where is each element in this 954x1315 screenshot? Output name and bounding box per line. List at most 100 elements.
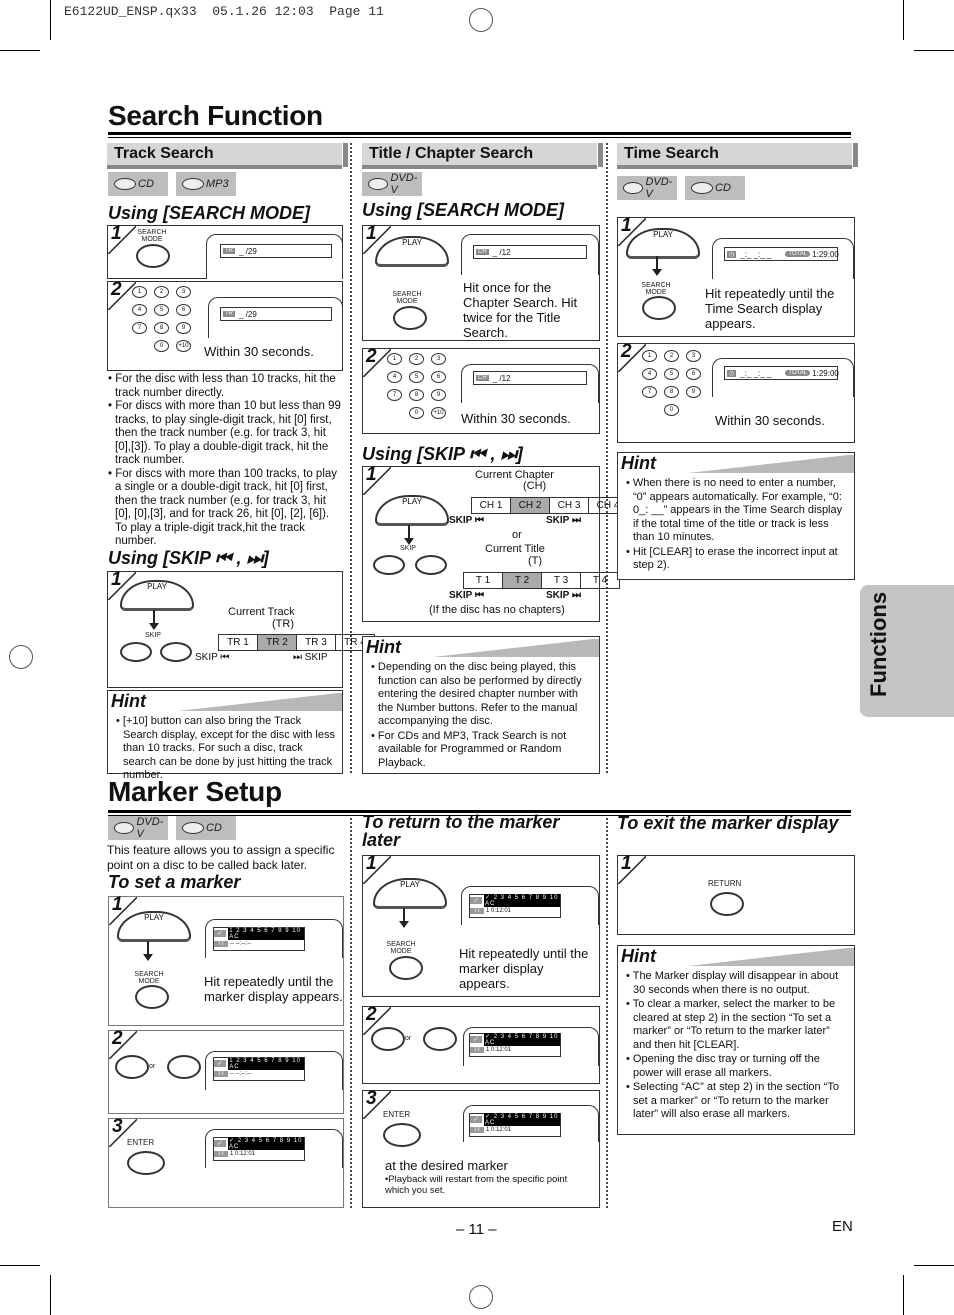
number-key-0[interactable]: 0 xyxy=(664,404,679,416)
left-arrow-button-icon[interactable] xyxy=(371,1027,405,1051)
disc-label: DVD-V xyxy=(136,816,164,840)
step-number: 1 xyxy=(621,853,632,874)
step-note: Hit repeatedly until the marker display … xyxy=(204,974,343,1004)
number-key-7[interactable]: 7 xyxy=(132,322,147,334)
skip-prev-button-icon[interactable] xyxy=(373,555,405,575)
title-tag-icon: TT xyxy=(214,1071,228,1077)
number-key-6[interactable]: 6 xyxy=(431,371,446,383)
language-label: EN xyxy=(832,1218,853,1235)
number-key-1[interactable]: 1 xyxy=(132,286,147,298)
step-number: 2 xyxy=(621,341,632,362)
enter-button-icon[interactable] xyxy=(127,1151,165,1175)
lcd-display: ◷ _:_ _:_ _ TOTAL 1:29:00 xyxy=(724,366,839,380)
number-key-8[interactable]: 8 xyxy=(154,322,169,334)
hint-text: [+10] button can also bring the Track Se… xyxy=(122,715,335,781)
number-key-3[interactable]: 3 xyxy=(431,353,446,365)
skip-next-label: ⏭ SKIP xyxy=(293,652,328,663)
number-key-4[interactable]: 4 xyxy=(642,368,657,380)
total-tag: TOTAL xyxy=(785,251,811,257)
step-number: 1 xyxy=(366,464,377,485)
sequence-item: CH 2 xyxy=(510,498,549,513)
crop-mark xyxy=(903,0,904,40)
number-key-6[interactable]: 6 xyxy=(176,304,191,316)
chapter-step-2: 2 1 2 3 4 5 6 7 8 9 0 +10 CH _ /12 Within 30 second… xyxy=(362,346,600,434)
search-mode-button-icon[interactable] xyxy=(136,244,170,268)
disc-icon xyxy=(368,178,389,190)
number-key-6[interactable]: 6 xyxy=(686,368,701,380)
play-label: PLAY xyxy=(653,230,673,239)
current-chapter-abbr: (CH) xyxy=(523,480,547,492)
left-arrow-button-icon[interactable] xyxy=(115,1055,149,1079)
return-label: RETURN xyxy=(708,879,742,888)
subheading-exit-marker: To exit the marker display xyxy=(617,813,839,833)
hint-heading: Hint xyxy=(618,946,854,966)
exit-step-1: 1 RETURN xyxy=(617,853,855,935)
number-key-9[interactable]: 9 xyxy=(431,389,446,401)
number-key-5[interactable]: 5 xyxy=(409,371,424,383)
marker-digits: ✓ 2 3 4 5 6 7 8 9 10 AC xyxy=(228,1137,304,1150)
return-button-icon[interactable] xyxy=(710,892,744,916)
skip-prev-label: SKIP ⏮ xyxy=(449,590,484,601)
search-mode-label: SEARCH MODE xyxy=(392,291,422,305)
check-icon: ✓ xyxy=(214,1060,227,1067)
search-mode-button-icon[interactable] xyxy=(642,296,676,320)
number-key-7[interactable]: 7 xyxy=(387,389,402,401)
number-key-4[interactable]: 4 xyxy=(132,304,147,316)
registration-mark-icon xyxy=(469,1285,493,1309)
track-hint-box: Hint • [+10] button can also bring the T… xyxy=(107,690,343,781)
disc-badge-mp3: MP3 xyxy=(176,172,236,196)
right-arrow-button-icon[interactable] xyxy=(167,1055,201,1079)
play-label: PLAY xyxy=(402,497,422,506)
enter-label: ENTER xyxy=(383,1110,411,1119)
check-icon: ✓ xyxy=(214,930,227,937)
number-key-0[interactable]: 0 xyxy=(154,340,169,352)
number-key-0[interactable]: 0 xyxy=(409,407,424,419)
skip-next-button-icon[interactable] xyxy=(415,555,447,575)
lcd-display: ◷ _:_ _:_ _ TOTAL 1:29:00 xyxy=(724,247,839,261)
skip-prev-button-icon[interactable] xyxy=(120,642,152,662)
skip-prev-label: SKIP ⏮ xyxy=(449,515,484,526)
number-key-5[interactable]: 5 xyxy=(154,304,169,316)
set-marker-step-2: 2 or ✓ 1 2 3 4 5 6 7 8 9 10 AC TT -- --:--:… xyxy=(108,1028,344,1114)
number-key-9[interactable]: 9 xyxy=(686,386,701,398)
search-mode-label: SEARCH MODE xyxy=(134,971,164,985)
enter-button-icon[interactable] xyxy=(383,1123,421,1147)
subheading-return-marker: To return to the marker later xyxy=(362,812,560,850)
number-key-2[interactable]: 2 xyxy=(154,286,169,298)
step-number: 2 xyxy=(111,279,122,300)
hint-item: • Selecting “AC” at step 2) in the secti… xyxy=(626,1081,839,1120)
subheading-using-skip: Using [SKIP ⏮ , ⏭] xyxy=(108,548,269,568)
step-number: 3 xyxy=(112,1116,123,1137)
number-key-2[interactable]: 2 xyxy=(409,353,424,365)
number-key-4[interactable]: 4 xyxy=(387,371,402,383)
hint-item: • [+10] button can also bring the Track … xyxy=(116,715,335,781)
search-mode-button-icon[interactable] xyxy=(393,306,427,330)
right-arrow-button-icon[interactable] xyxy=(423,1027,457,1051)
skip-next-button-icon[interactable] xyxy=(160,642,192,662)
disc-badge-dvd-v: DVD-V xyxy=(362,172,422,196)
note-bullet: • For discs with more than 100 tracks, t… xyxy=(108,467,338,548)
number-key-2[interactable]: 2 xyxy=(664,350,679,362)
number-key-8[interactable]: 8 xyxy=(664,386,679,398)
search-mode-button-icon[interactable] xyxy=(389,956,423,980)
marker-time: -- --:--:-- xyxy=(230,1071,251,1077)
number-key-5[interactable]: 5 xyxy=(664,368,679,380)
section-heading-time-search: Time Search xyxy=(617,143,858,169)
step-note: Within 30 seconds. xyxy=(461,411,571,426)
number-key-+10[interactable]: +10 xyxy=(176,340,191,352)
marker-hint-box: Hint • The Marker display will disappear… xyxy=(617,945,855,1135)
play-button-icon[interactable]: PLAY xyxy=(375,495,449,526)
play-label: PLAY xyxy=(402,238,422,247)
check-icon: ✓ xyxy=(470,1036,483,1043)
number-key-7[interactable]: 7 xyxy=(642,386,657,398)
number-key-3[interactable]: 3 xyxy=(686,350,701,362)
title-tag-icon: TT xyxy=(470,1127,484,1133)
search-mode-button-icon[interactable] xyxy=(135,985,169,1009)
number-key-1[interactable]: 1 xyxy=(387,353,402,365)
number-key-9[interactable]: 9 xyxy=(176,322,191,334)
number-key-1[interactable]: 1 xyxy=(642,350,657,362)
number-key-3[interactable]: 3 xyxy=(176,286,191,298)
number-key-+10[interactable]: +10 xyxy=(431,407,446,419)
marker-time: -- --:--:-- xyxy=(230,941,251,947)
number-key-8[interactable]: 8 xyxy=(409,389,424,401)
